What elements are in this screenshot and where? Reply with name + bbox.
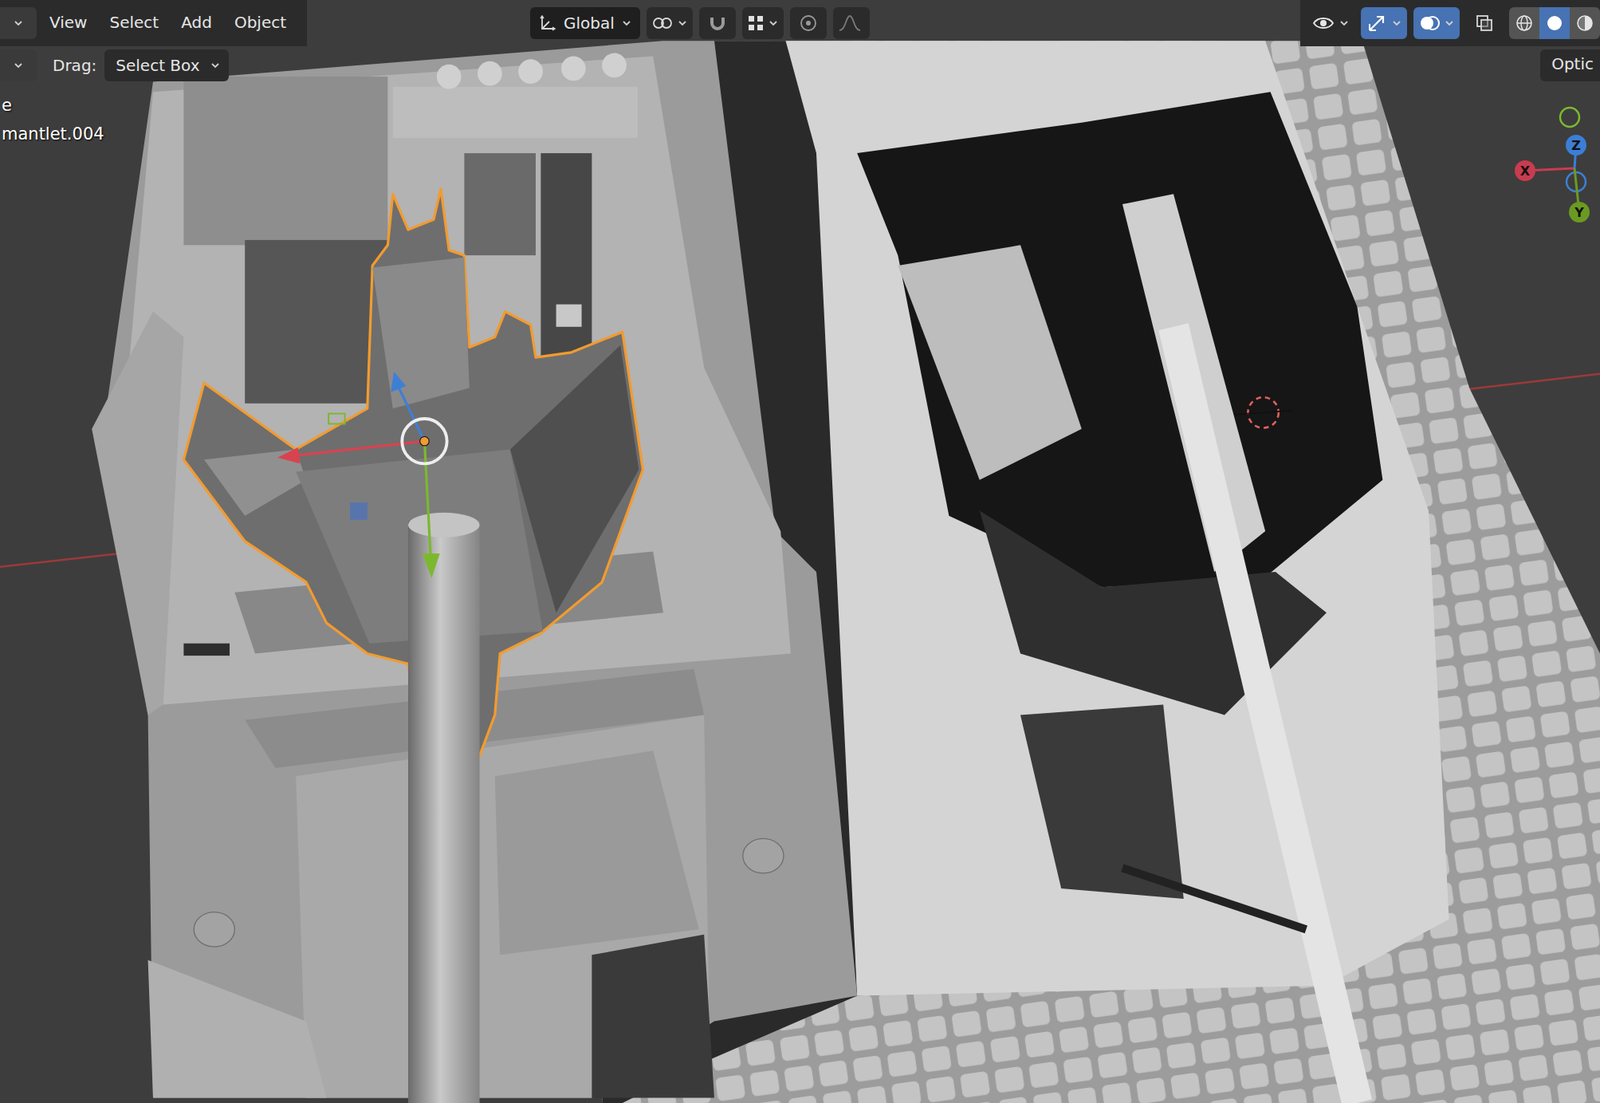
header-menu-bar: ViewSelectAddObject xyxy=(0,0,307,47)
negative-y-axis-icon[interactable] xyxy=(1560,107,1580,127)
drag-mode-value: Select Box xyxy=(115,53,200,78)
proportional-editing-icon xyxy=(798,13,818,33)
dropdown-chevron-icon xyxy=(12,17,24,29)
transform-controls: Global xyxy=(530,7,870,40)
xray-toggle-button[interactable] xyxy=(1466,7,1503,40)
viewport-info-line: e xyxy=(1,90,1600,120)
drag-label: Drag: xyxy=(36,53,105,78)
header-menu[interactable]: Object xyxy=(224,7,296,40)
viewport-canvas[interactable] xyxy=(0,0,1600,1103)
pivot-point-dropdown[interactable] xyxy=(646,7,693,40)
editor-type-dropdown[interactable] xyxy=(0,7,37,40)
material-shading-icon xyxy=(1575,13,1595,33)
axis-handle[interactable] xyxy=(1568,201,1590,223)
gizmo-toggle-icon xyxy=(1365,11,1388,35)
tank-model[interactable] xyxy=(91,40,858,1103)
blender-window: ViewSelectAddObject Global Drag: Select Bo… xyxy=(0,0,1600,1103)
visibility-dropdown[interactable] xyxy=(1306,7,1355,40)
dropdown-chevron-icon xyxy=(12,59,24,71)
dropdown-chevron-icon xyxy=(621,17,633,29)
snapping-toggle-icon xyxy=(707,12,728,34)
tool-settings-bar: Drag: Select Box Optic xyxy=(0,47,1600,83)
orientation-axes-icon xyxy=(538,13,558,33)
viewport-info-line: mantlet.004 xyxy=(1,119,1600,149)
dropdown-chevron-icon xyxy=(767,17,779,29)
wireframe-shading-icon xyxy=(1514,13,1534,33)
axis-label: Y xyxy=(1573,204,1585,221)
shading-mode-group xyxy=(1509,7,1600,40)
xray-toggle-icon xyxy=(1474,13,1494,33)
dropdown-chevron-icon xyxy=(1443,17,1455,29)
solid-shading-icon xyxy=(1544,13,1565,33)
overlays-toggle-button[interactable] xyxy=(1413,7,1460,40)
snap-increment-icon xyxy=(746,14,765,32)
dropdown-chevron-icon xyxy=(676,17,688,29)
falloff-dropdown[interactable] xyxy=(833,7,870,40)
pivot-point-icon xyxy=(651,13,674,33)
header-menu[interactable]: Add xyxy=(171,7,222,40)
header-menu[interactable]: View xyxy=(39,7,97,40)
dropdown-chevron-icon xyxy=(209,59,221,71)
dropdown-chevron-icon xyxy=(1391,17,1403,29)
shading-mode-button[interactable] xyxy=(1509,7,1540,40)
navigation-gizmo[interactable]: X Y Z xyxy=(1510,103,1600,232)
options-button[interactable]: Optic xyxy=(1540,49,1600,82)
axis-label: X xyxy=(1520,163,1531,179)
viewport-header: ViewSelectAddObject Global xyxy=(0,0,1600,47)
mode-dropdown[interactable] xyxy=(0,49,37,82)
transform-gizmo-icon[interactable] xyxy=(277,371,447,578)
gizmo-toggle-button[interactable] xyxy=(1360,7,1408,40)
orientation-label: Global xyxy=(563,11,615,36)
dropdown-chevron-icon xyxy=(1338,17,1350,29)
orientation-dropdown[interactable]: Global xyxy=(530,7,641,40)
drag-mode-dropdown[interactable]: Select Box xyxy=(104,49,229,82)
viewport-info: emantlet.004 xyxy=(0,82,1600,149)
proportional-editing-button[interactable] xyxy=(790,7,827,40)
viewport-display-controls xyxy=(1300,0,1600,47)
eye-icon xyxy=(1311,13,1336,33)
snap-target-dropdown[interactable] xyxy=(742,7,784,40)
axis-handle[interactable] xyxy=(1565,134,1587,156)
axis-handle[interactable] xyxy=(1514,160,1536,181)
shading-mode-button[interactable] xyxy=(1569,7,1600,40)
header-menu[interactable]: Select xyxy=(99,7,169,40)
overlays-toggle-icon xyxy=(1418,11,1441,35)
falloff-curve-icon xyxy=(837,14,862,32)
snapping-toggle-button[interactable] xyxy=(699,7,736,40)
axis-label: Z xyxy=(1571,137,1581,154)
shading-mode-button[interactable] xyxy=(1539,7,1570,40)
